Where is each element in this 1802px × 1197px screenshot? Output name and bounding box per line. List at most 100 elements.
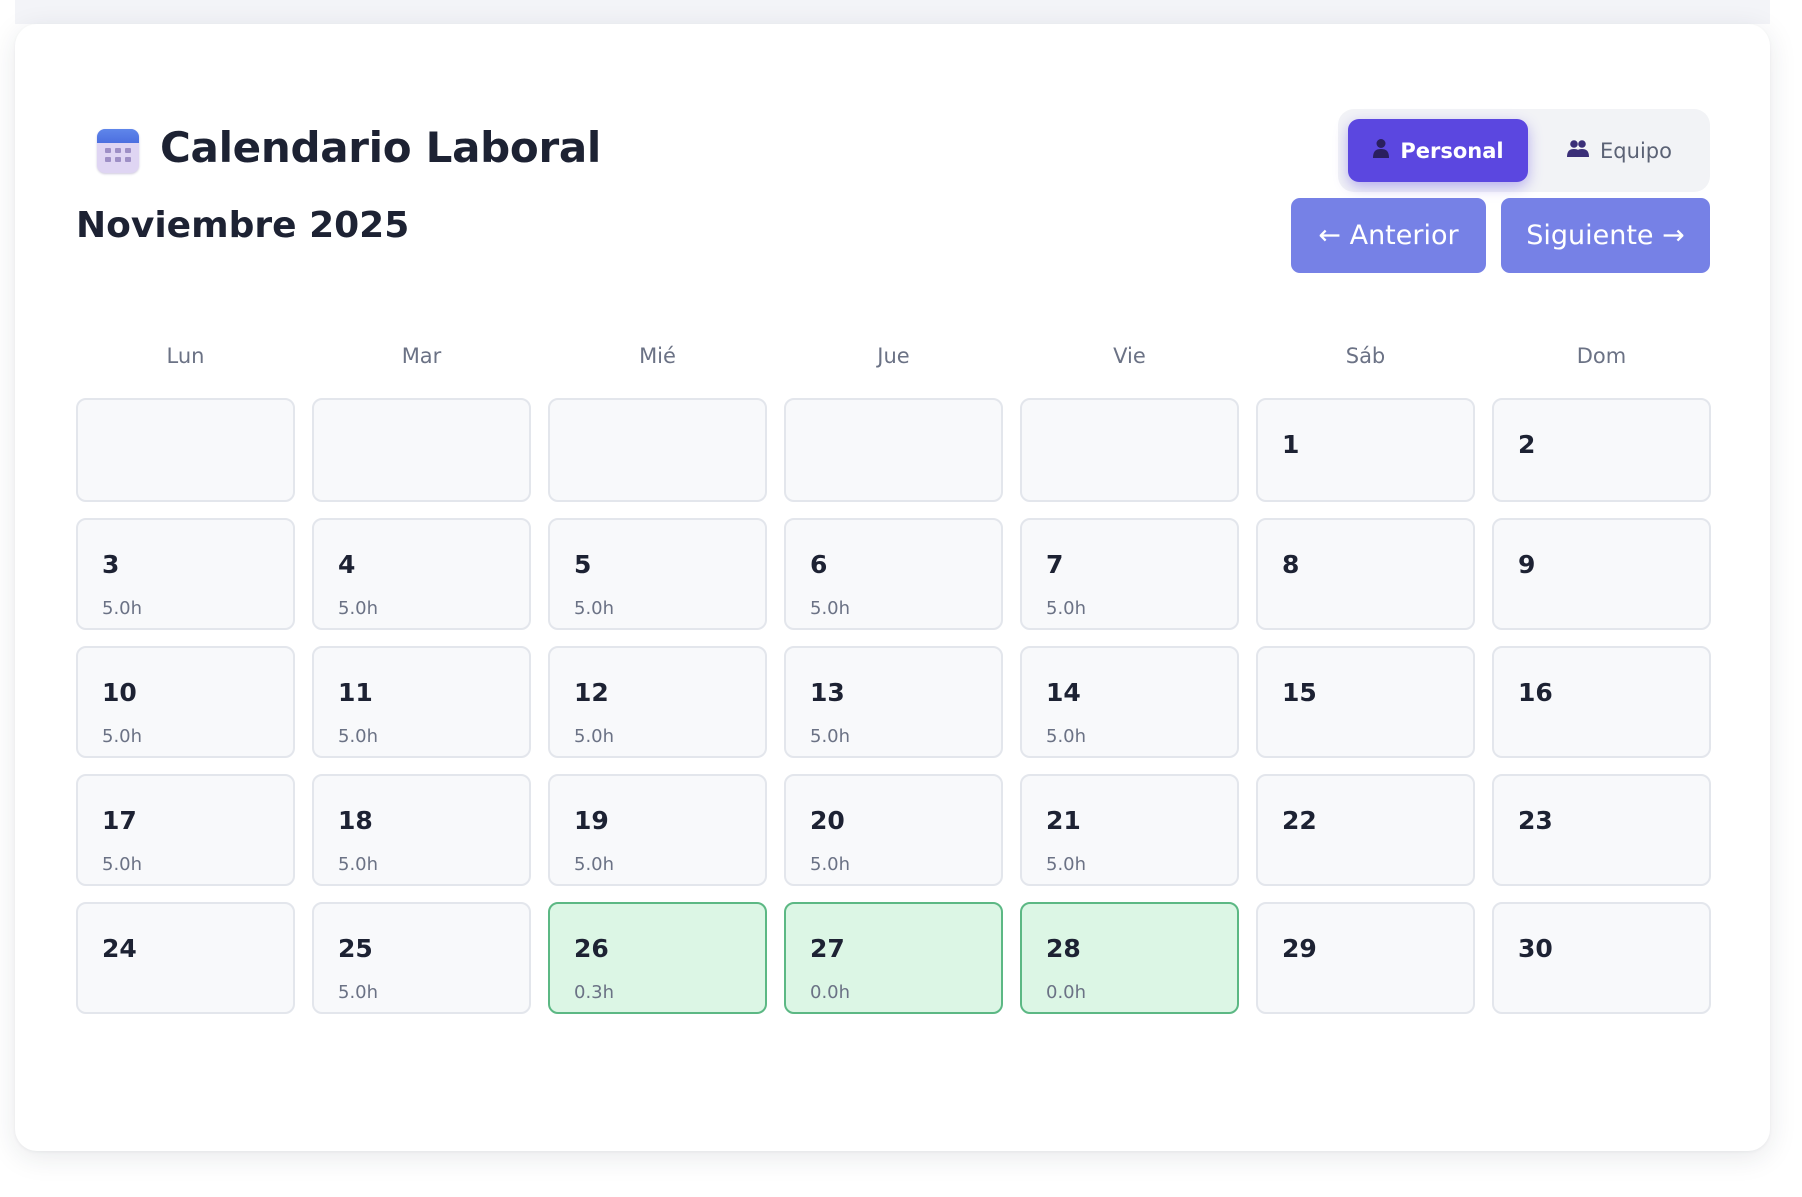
day-cell[interactable]: 24	[76, 902, 295, 1014]
day-cell[interactable]: 11 5.0h	[312, 646, 531, 758]
empty-day-cell	[312, 398, 531, 502]
weekday-label: Lun	[166, 344, 205, 368]
weekday-label: Vie	[1113, 344, 1146, 368]
calendar-card: Calendario Laboral Personal Equipo Novie…	[15, 24, 1770, 1151]
day-number: 30	[1518, 934, 1553, 963]
day-number: 5	[574, 550, 592, 579]
day-number: 27	[810, 934, 845, 963]
day-cell[interactable]: 30	[1492, 902, 1711, 1014]
day-cell[interactable]: 19 5.0h	[548, 774, 767, 886]
day-number: 24	[102, 934, 137, 963]
day-number: 13	[810, 678, 845, 707]
weekday-label: Dom	[1576, 344, 1627, 368]
day-hours: 5.0h	[810, 726, 851, 747]
day-cell[interactable]: 20 5.0h	[784, 774, 1003, 886]
day-cell[interactable]: 13 5.0h	[784, 646, 1003, 758]
day-cell[interactable]: 15	[1256, 646, 1475, 758]
next-month-button[interactable]: Siguiente →	[1501, 198, 1710, 273]
day-number: 12	[574, 678, 609, 707]
previous-month-button[interactable]: ← Anterior	[1291, 198, 1486, 273]
day-cell[interactable]: 17 5.0h	[76, 774, 295, 886]
calendar-icon	[97, 129, 139, 173]
day-number: 15	[1282, 678, 1317, 707]
weekday-header: Lun Mar Mié Jue Vie Sáb Dom	[76, 336, 1710, 376]
weekday-label: Mar	[401, 344, 442, 368]
day-cell[interactable]: 25 5.0h	[312, 902, 531, 1014]
day-number: 26	[574, 934, 609, 963]
day-cell[interactable]: 8	[1256, 518, 1475, 630]
empty-day-cell	[548, 398, 767, 502]
day-number: 21	[1046, 806, 1081, 835]
day-hours: 5.0h	[338, 726, 379, 747]
day-cell[interactable]: 6 5.0h	[784, 518, 1003, 630]
empty-day-cell	[1020, 398, 1239, 502]
day-number: 25	[338, 934, 373, 963]
day-number: 29	[1282, 934, 1317, 963]
day-number: 11	[338, 678, 373, 707]
day-hours: 5.0h	[1046, 726, 1087, 747]
team-view-button[interactable]: Equipo	[1538, 119, 1700, 182]
top-strip	[15, 0, 1770, 24]
day-cell[interactable]: 5 5.0h	[548, 518, 767, 630]
personal-view-label: Personal	[1400, 138, 1504, 163]
day-number: 9	[1518, 550, 1536, 579]
weekday-label: Jue	[877, 344, 910, 368]
day-hours: 0.3h	[574, 982, 615, 1003]
day-number: 3	[102, 550, 120, 579]
empty-day-cell	[76, 398, 295, 502]
day-hours: 5.0h	[102, 854, 143, 875]
day-number: 2	[1518, 430, 1536, 459]
day-number: 8	[1282, 550, 1300, 579]
calendar-header: Calendario Laboral Personal Equipo	[75, 99, 1710, 203]
day-number: 20	[810, 806, 845, 835]
day-hours: 5.0h	[574, 854, 615, 875]
people-icon	[1566, 139, 1590, 162]
month-title: Noviembre 2025	[76, 205, 410, 246]
page-title: Calendario Laboral	[160, 123, 602, 172]
day-cell[interactable]: 4 5.0h	[312, 518, 531, 630]
day-cell[interactable]: 10 5.0h	[76, 646, 295, 758]
day-number: 22	[1282, 806, 1317, 835]
day-number: 18	[338, 806, 373, 835]
weekday-label: Mié	[639, 344, 676, 368]
team-view-label: Equipo	[1600, 138, 1672, 163]
day-number: 17	[102, 806, 137, 835]
day-number: 6	[810, 550, 828, 579]
day-hours: 0.0h	[1046, 982, 1087, 1003]
day-cell[interactable]: 22	[1256, 774, 1475, 886]
day-number: 14	[1046, 678, 1081, 707]
day-cell[interactable]: 16	[1492, 646, 1711, 758]
day-cell[interactable]: 7 5.0h	[1020, 518, 1239, 630]
personal-view-button[interactable]: Personal	[1348, 119, 1528, 182]
day-cell[interactable]: 27 0.0h	[784, 902, 1003, 1014]
day-cell[interactable]: 9	[1492, 518, 1711, 630]
day-number: 16	[1518, 678, 1553, 707]
day-hours: 5.0h	[1046, 854, 1087, 875]
day-cell[interactable]: 21 5.0h	[1020, 774, 1239, 886]
day-cell[interactable]: 28 0.0h	[1020, 902, 1239, 1014]
day-hours: 5.0h	[102, 726, 143, 747]
day-cell[interactable]: 12 5.0h	[548, 646, 767, 758]
empty-day-cell	[784, 398, 1003, 502]
day-cell[interactable]: 2	[1492, 398, 1711, 502]
day-hours: 5.0h	[1046, 598, 1087, 619]
person-icon	[1372, 138, 1390, 163]
day-hours: 5.0h	[102, 598, 143, 619]
day-number: 4	[338, 550, 356, 579]
day-hours: 5.0h	[574, 726, 615, 747]
weekday-label: Sáb	[1345, 344, 1386, 368]
day-cell[interactable]: 18 5.0h	[312, 774, 531, 886]
day-number: 19	[574, 806, 609, 835]
day-cell[interactable]: 23	[1492, 774, 1711, 886]
day-cell[interactable]: 26 0.3h	[548, 902, 767, 1014]
day-cell[interactable]: 29	[1256, 902, 1475, 1014]
day-hours: 5.0h	[338, 854, 379, 875]
view-toggle: Personal Equipo	[1338, 109, 1710, 192]
day-number: 28	[1046, 934, 1081, 963]
day-hours: 5.0h	[810, 854, 851, 875]
day-cell[interactable]: 3 5.0h	[76, 518, 295, 630]
day-hours: 5.0h	[574, 598, 615, 619]
day-cell[interactable]: 14 5.0h	[1020, 646, 1239, 758]
day-cell[interactable]: 1	[1256, 398, 1475, 502]
day-hours: 0.0h	[810, 982, 851, 1003]
